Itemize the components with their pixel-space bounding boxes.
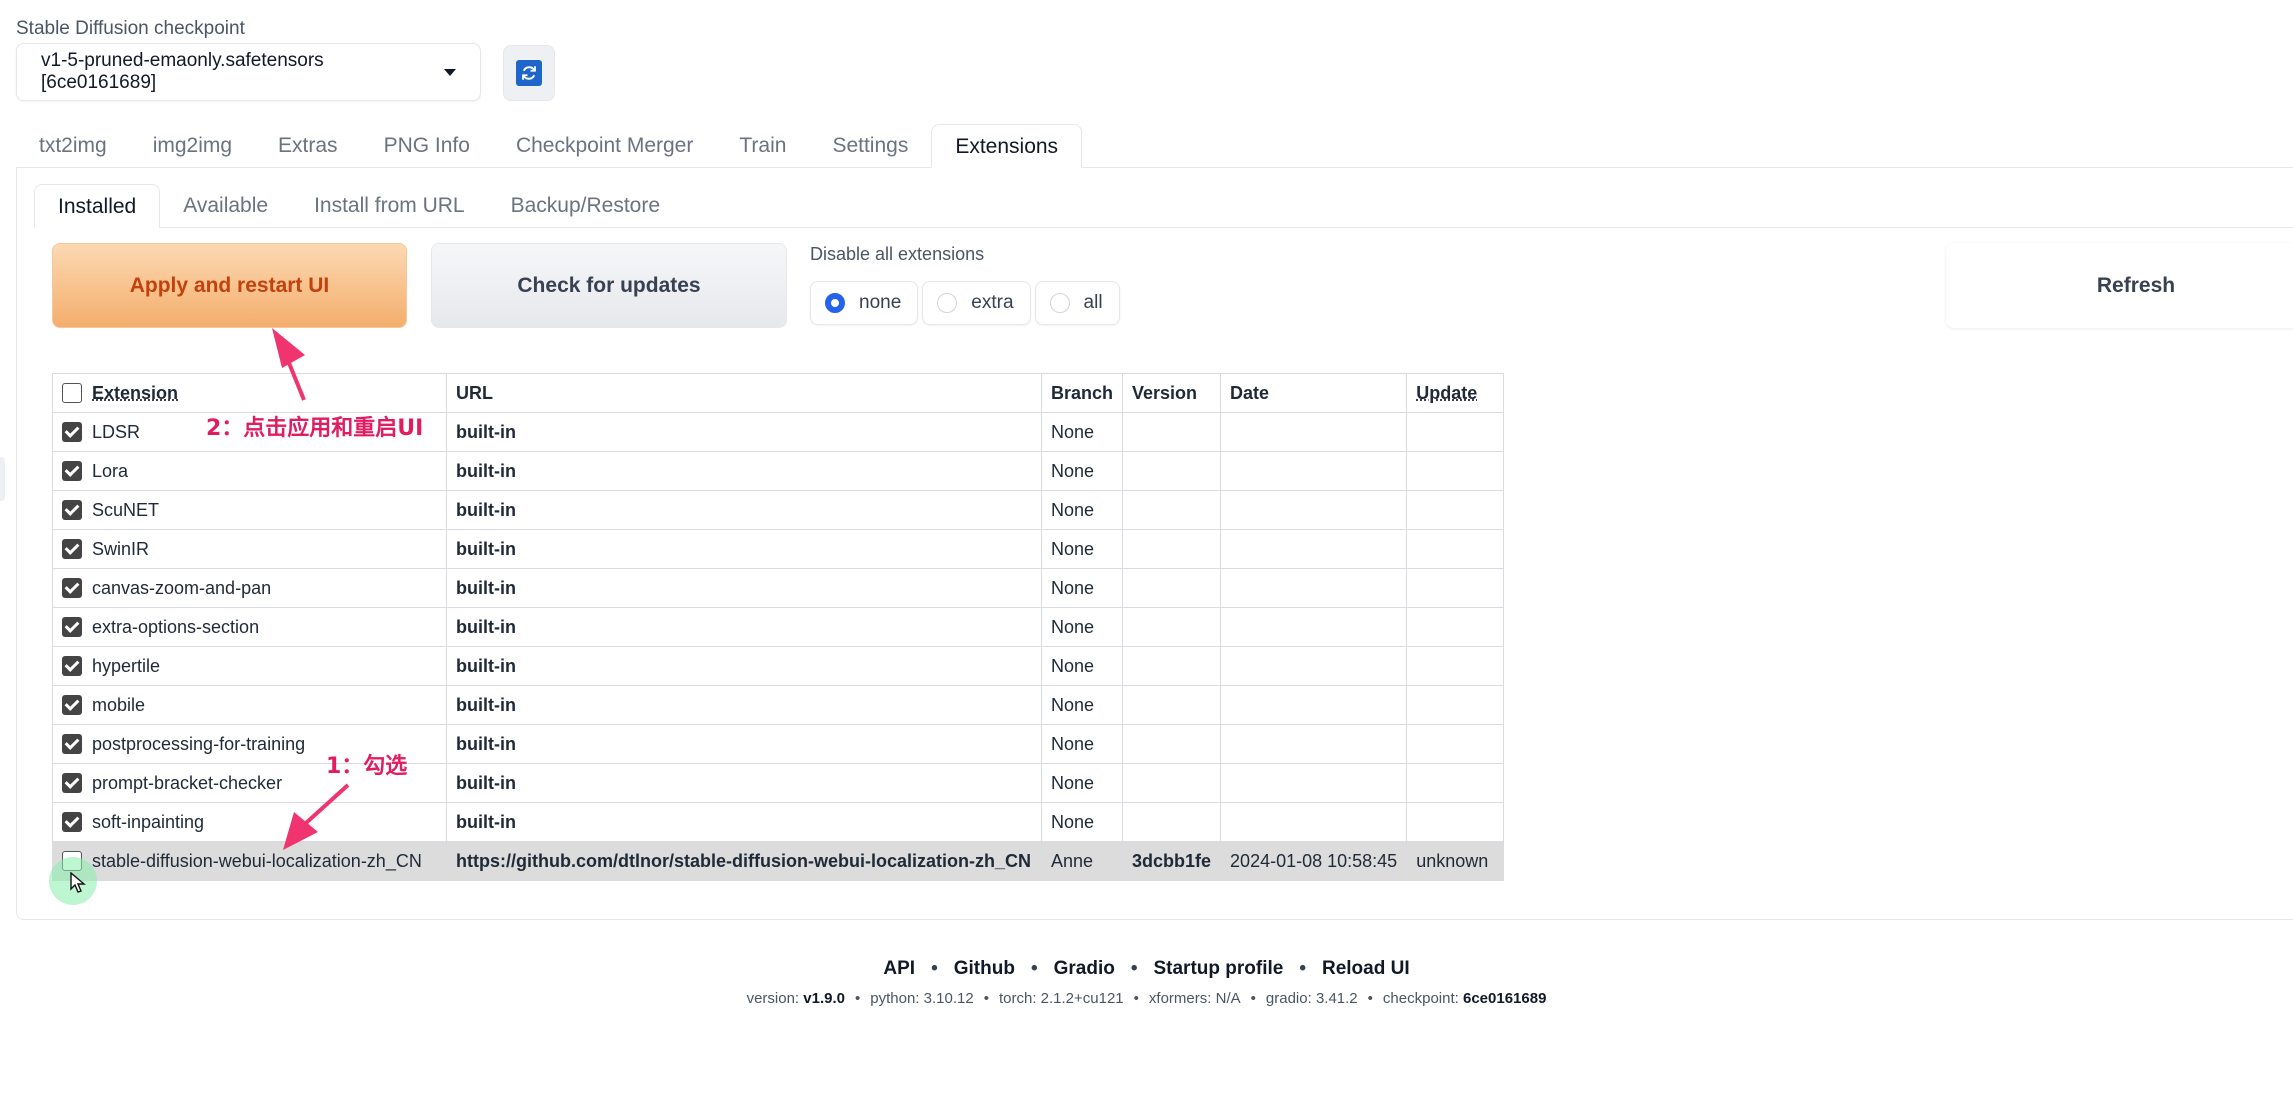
footer-version-info: version: v1.9.0 • python: 3.10.12 • torch: 2… [746,990,1547,1007]
arrow-step1-icon [283,783,350,850]
arrow-step2-icon [272,328,306,401]
python-label: python: [870,990,920,1007]
torch-label: torch: [998,990,1037,1007]
footer-link-reload-ui[interactable]: Reload UI [1322,958,1410,979]
tab-installed[interactable]: Installed [34,184,161,228]
annotation-step1: 1：勾选 [326,754,408,779]
version-value: v1.9.0 [803,990,845,1007]
annotation-step2: 2：点击应用和重启UI [206,416,424,441]
xformers-value: N/A [1215,990,1241,1007]
gradio-label: gradio: [1265,990,1312,1007]
torch-value: 2.1.2+cu121 [1040,990,1124,1007]
checkpoint-version-value: 6ce0161689 [1462,990,1547,1007]
version-label: version: [746,990,800,1007]
footer-link-api[interactable]: API [883,958,915,979]
footer-link-gradio[interactable]: Gradio [1054,958,1115,979]
footer-link-github[interactable]: Github [954,958,1015,979]
xformers-label: xformers: [1148,990,1212,1007]
annotation-arrows [272,328,350,850]
gradio-value: 3.41.2 [1315,990,1358,1007]
python-value: 3.10.12 [923,990,974,1007]
tab-extensions[interactable]: Extensions [931,124,1083,168]
footer-link-startup-profile[interactable]: Startup profile [1153,958,1283,979]
footer-links: API • Github • Gradio • Startup profile • Reload… [883,958,1410,979]
checkpoint-version-label: checkpoint: [1382,990,1459,1007]
